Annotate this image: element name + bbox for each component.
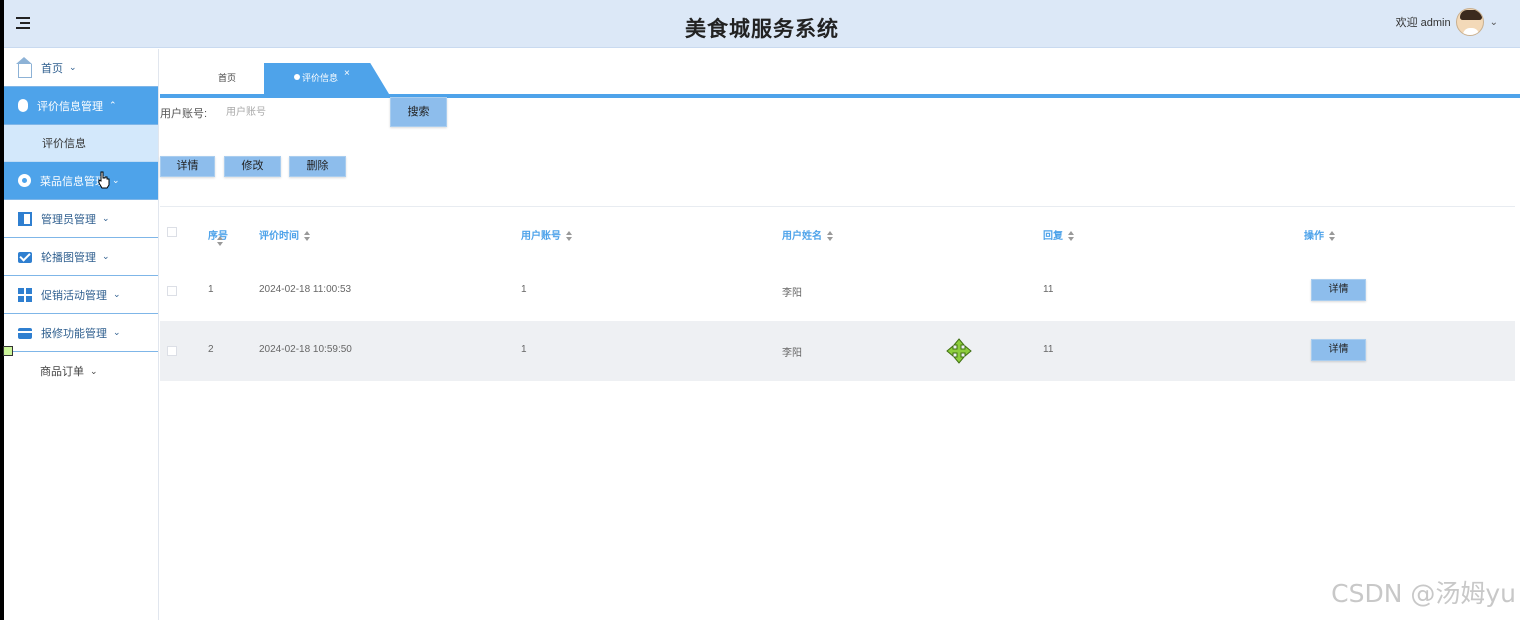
cell-reply: 11 bbox=[1043, 284, 1054, 295]
table-row: 2 2024-02-18 10:59:50 1 李阳 11 详情 bbox=[160, 321, 1515, 381]
sidebar-item-dish-management[interactable]: 菜品信息管理 ⌄ bbox=[4, 162, 158, 200]
sidebar-item-orders[interactable]: 商品订单 ⌄ bbox=[4, 352, 158, 390]
column-header-time[interactable]: 评价时间 bbox=[259, 227, 310, 242]
column-label: 用户姓名 bbox=[782, 231, 822, 242]
cell-account: 1 bbox=[521, 344, 527, 355]
sidebar-item-label: 首页 bbox=[41, 62, 63, 75]
sort-icon[interactable] bbox=[566, 231, 572, 241]
welcome-text: 欢迎 admin bbox=[1395, 17, 1451, 29]
chevron-up-icon: ⌃ bbox=[109, 100, 117, 110]
sort-icon[interactable] bbox=[217, 236, 223, 246]
tab-label: 评价信息 bbox=[302, 73, 339, 83]
user-menu[interactable]: 欢迎 admin ⌄ bbox=[1396, 8, 1498, 36]
hand-pointer-icon bbox=[98, 171, 110, 189]
chevron-down-icon[interactable]: ⌄ bbox=[1490, 17, 1498, 28]
row-checkbox[interactable] bbox=[167, 346, 177, 356]
sort-icon[interactable] bbox=[304, 231, 310, 241]
cell-time: 2024-02-18 10:59:50 bbox=[259, 344, 352, 355]
sort-icon[interactable] bbox=[1329, 231, 1335, 241]
app-title: 美食城服务系统 bbox=[685, 18, 839, 41]
column-header-operation[interactable]: 操作 bbox=[1304, 227, 1335, 242]
sidebar-item-promotion-management[interactable]: 促销活动管理 ⌄ bbox=[4, 276, 158, 314]
account-search-input[interactable] bbox=[214, 100, 384, 124]
sidebar-item-label: 菜品信息管理 bbox=[40, 175, 106, 188]
column-header-reply[interactable]: 回复 bbox=[1043, 227, 1074, 242]
disc-icon bbox=[18, 174, 31, 187]
sidebar-item-label: 报修功能管理 bbox=[41, 327, 107, 340]
row-checkbox[interactable] bbox=[167, 286, 177, 296]
column-label: 评价时间 bbox=[259, 231, 299, 242]
chevron-down-icon: ⌄ bbox=[113, 289, 121, 299]
detail-button[interactable]: 详情 bbox=[160, 156, 215, 177]
tab-label: 首页 bbox=[218, 73, 237, 83]
top-header: 美食城服务系统 欢迎 admin ⌄ bbox=[4, 0, 1520, 48]
sidebar-item-carousel-management[interactable]: 轮播图管理 ⌄ bbox=[4, 238, 158, 276]
column-label: 用户账号 bbox=[521, 231, 561, 242]
sidebar-subitem-label: 评价信息 bbox=[42, 138, 86, 150]
wallet-icon bbox=[18, 328, 32, 339]
resize-handle[interactable] bbox=[3, 346, 13, 356]
cell-name: 李阳 bbox=[782, 348, 802, 359]
chevron-down-icon: ⌄ bbox=[112, 175, 120, 185]
sidebar-item-repair-management[interactable]: 报修功能管理 ⌄ bbox=[4, 314, 158, 352]
panel-icon bbox=[18, 211, 32, 226]
sidebar-item-home[interactable]: 首页 ⌄ bbox=[4, 49, 158, 87]
close-icon[interactable]: × bbox=[344, 63, 350, 89]
edit-button[interactable]: 修改 bbox=[224, 156, 281, 177]
review-table: 序号 评价时间 用户账号 用户姓名 回复 操作 1 2024-02-18 11:… bbox=[160, 206, 1515, 381]
avatar[interactable] bbox=[1455, 8, 1484, 36]
cell-account: 1 bbox=[521, 284, 527, 295]
tab-bar: 首页 评价信息 × bbox=[160, 62, 1520, 98]
sidebar-item-label: 管理员管理 bbox=[41, 213, 96, 226]
table-header: 序号 评价时间 用户账号 用户姓名 回复 操作 bbox=[160, 207, 1515, 261]
move-cursor-icon bbox=[946, 338, 972, 364]
cell-no: 1 bbox=[208, 284, 214, 295]
chevron-down-icon: ⌄ bbox=[113, 327, 121, 337]
search-label: 用户账号: bbox=[160, 108, 208, 120]
cell-name: 李阳 bbox=[782, 288, 802, 299]
tab-review-info[interactable]: 评价信息 × bbox=[264, 63, 389, 94]
sidebar-item-review-management[interactable]: 评价信息管理 ⌃ bbox=[4, 87, 158, 125]
sidebar-item-label: 商品订单 bbox=[40, 366, 84, 378]
sidebar-item-label: 轮播图管理 bbox=[41, 251, 96, 264]
column-header-name[interactable]: 用户姓名 bbox=[782, 227, 833, 242]
mail-icon bbox=[18, 252, 32, 263]
cell-reply: 11 bbox=[1043, 344, 1054, 355]
select-all-checkbox[interactable] bbox=[167, 227, 177, 237]
cell-no: 2 bbox=[208, 344, 214, 355]
row-detail-button[interactable]: 详情 bbox=[1311, 279, 1366, 301]
row-detail-button[interactable]: 详情 bbox=[1311, 339, 1366, 361]
active-dot-icon bbox=[294, 74, 300, 80]
column-header-account[interactable]: 用户账号 bbox=[521, 227, 572, 242]
sidebar-item-label: 评价信息管理 bbox=[37, 100, 103, 113]
search-button[interactable]: 搜索 bbox=[390, 97, 447, 127]
sidebar-item-label: 促销活动管理 bbox=[41, 289, 107, 302]
sort-icon[interactable] bbox=[1068, 231, 1074, 241]
grid-icon bbox=[18, 287, 32, 302]
sidebar-subitem-review-info[interactable]: 评价信息 bbox=[4, 125, 158, 162]
sidebar-item-admin-management[interactable]: 管理员管理 ⌄ bbox=[4, 200, 158, 238]
table-row: 1 2024-02-18 11:00:53 1 李阳 11 详情 bbox=[160, 261, 1515, 321]
column-label: 回复 bbox=[1043, 231, 1063, 242]
column-label: 操作 bbox=[1304, 231, 1324, 242]
chevron-down-icon: ⌄ bbox=[90, 365, 98, 376]
delete-button[interactable]: 删除 bbox=[289, 156, 346, 177]
chevron-down-icon: ⌄ bbox=[102, 213, 110, 223]
cell-time: 2024-02-18 11:00:53 bbox=[259, 284, 352, 295]
watermark: CSDN @汤姆yu bbox=[1331, 579, 1516, 608]
mouse-icon bbox=[18, 99, 28, 112]
tab-home[interactable]: 首页 bbox=[218, 63, 236, 94]
chevron-down-icon: ⌄ bbox=[102, 251, 110, 261]
chevron-down-icon: ⌄ bbox=[69, 62, 77, 72]
sort-icon[interactable] bbox=[827, 231, 833, 241]
home-icon bbox=[16, 56, 32, 78]
sidebar: 首页 ⌄ 评价信息管理 ⌃ 评价信息 菜品信息管理 ⌄ 管理员管理 ⌄ 轮播图管… bbox=[4, 49, 159, 620]
